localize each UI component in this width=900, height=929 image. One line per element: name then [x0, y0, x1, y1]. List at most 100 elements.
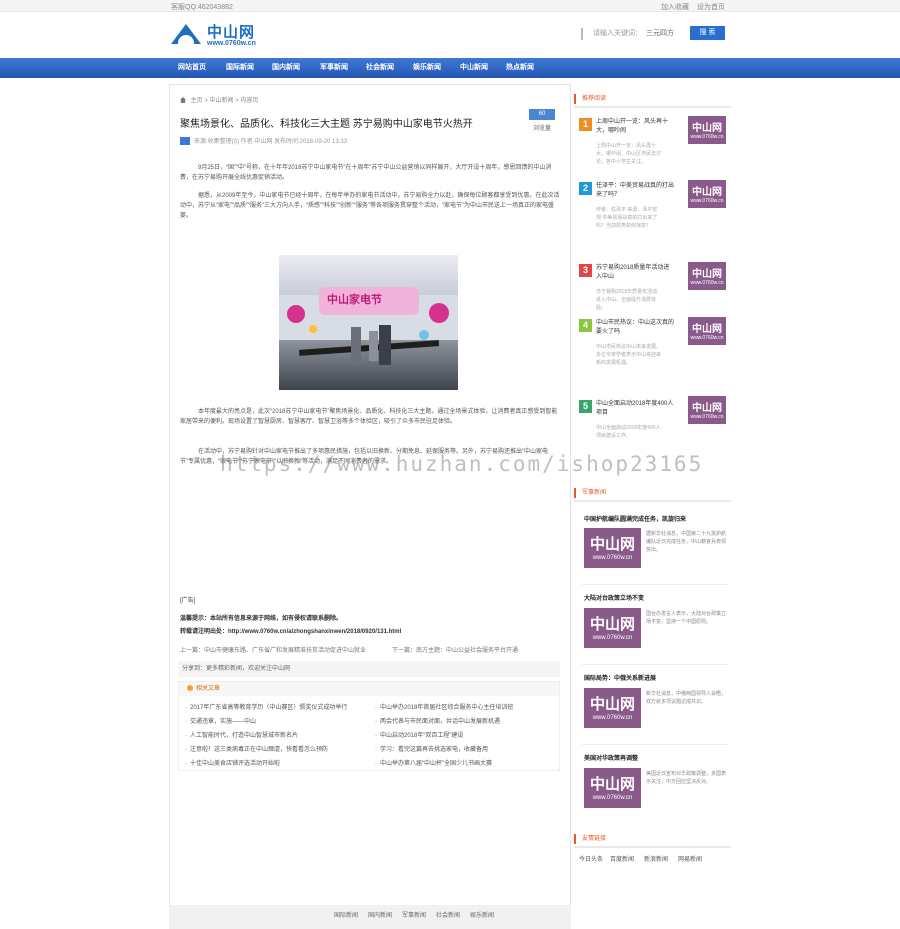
- article-paragraph: 据悉，从2009年至今，中山家电节已经十周年，在每年举办的家电节活动中，苏宁易购…: [180, 193, 560, 219]
- search-label: 请输入关键词：: [593, 30, 642, 37]
- breadcrumb: 主页 > 中山新闻 > 内容页: [180, 95, 258, 104]
- rank-thumbnail[interactable]: 中山网 www.0760w.cn: [688, 317, 726, 345]
- friend-link[interactable]: 新浪新闻: [644, 854, 668, 863]
- rank-thumbnail[interactable]: 中山网 www.0760w.cn: [688, 116, 726, 144]
- search-keyword: 三元四方: [646, 30, 674, 37]
- friend-link[interactable]: 网易新闻: [678, 854, 702, 863]
- related-link[interactable]: 中山举办第八届“中山杯”全国少儿书画大赛: [375, 758, 492, 767]
- military-news-title[interactable]: 大陆对台政策立场不变: [584, 593, 644, 602]
- rank-title[interactable]: 苏宁易购2018质量年活动进入中山: [596, 264, 674, 282]
- rank-title[interactable]: 上周中山开一览：风头再十大，哪吵闹: [596, 118, 674, 136]
- nav-society[interactable]: 社会新闻: [366, 58, 394, 78]
- military-news-title[interactable]: 中国护航编队圆满完成任务，凯旋归来: [584, 514, 686, 523]
- nav-entertainment[interactable]: 娱乐新闻: [413, 58, 441, 78]
- rank-desc: 上周中山开一览：风头再十大，哪吵闹，中山区市民去讨论，各中小学生关注。: [596, 143, 662, 165]
- rank-number: 4: [579, 319, 592, 332]
- notice-text: 温馨提示：本站所有信息来源于网络，如有侵权请联系删除。: [180, 616, 343, 622]
- rank-desc: 中山市民热议中山未来发展，多位专家学者表示中山将迎来新的发展机遇。: [596, 344, 662, 366]
- nav-home[interactable]: 网站首页: [178, 58, 206, 78]
- military-news-title[interactable]: 美国对华政策再调整: [584, 753, 638, 762]
- military-news-header: 军事新闻: [574, 484, 731, 502]
- search-input[interactable]: 请输入关键词： 三元四方: [581, 28, 686, 40]
- military-news-thumbnail[interactable]: 中山网 www.0760w.cn: [584, 528, 641, 568]
- footer-link[interactable]: 娱乐新闻: [470, 910, 494, 919]
- related-link[interactable]: 2017年广东省高等教育学历（中山赛区）颁奖仪式成功举行: [185, 702, 347, 711]
- image-banner-text: 中山家电节: [327, 293, 382, 306]
- top-links: 加入收藏 设为首页: [655, 2, 725, 12]
- related-link[interactable]: 两会代表与市民面对面，共话中山发展新机遇: [375, 716, 500, 725]
- author-icon: [180, 137, 190, 145]
- nav-hot[interactable]: 热点新闻: [506, 58, 534, 78]
- military-news-desc: 国台办发言人表示，大陆对台政策立场不变，坚持一个中国原则。: [646, 611, 727, 625]
- site-header: 中山网 www.0760w.cn 请输入关键词： 三元四方 搜 索: [0, 12, 900, 58]
- rank-title[interactable]: 中山市民热议：中山这次真的要火了吗: [596, 319, 674, 337]
- ad-label: [广告]: [180, 598, 196, 604]
- related-link[interactable]: 注意啦！这三类病毒正在中山肆虐，快看看怎么预防: [185, 744, 328, 753]
- article-paragraph: 9月25日，“国”“中”号称，在十年年2018苏宁中山家电节“在十周年”苏宁中山…: [180, 165, 552, 181]
- prev-article-link[interactable]: 上一篇：中山市健康东路、广东省广和发展精准扶贫活动促进中山就业: [180, 648, 366, 654]
- logo-url: www.0760w.cn: [207, 40, 256, 47]
- top-bar: 客服QQ:462043882 加入收藏 设为首页: [0, 0, 900, 12]
- home-icon: [180, 97, 186, 103]
- military-news-thumbnail[interactable]: 中山网 www.0760w.cn: [584, 768, 641, 808]
- source-link[interactable]: http://www.0760w.cn/a/zhongshanxinwen/20…: [228, 629, 401, 635]
- article-container: 主页 > 中山新闻 > 内容页 聚焦场景化、品质化、科技化三大主题 苏宁易购中山…: [169, 84, 571, 929]
- article-meta: 来源:收集整理(3) 作者:中山网 发布时间:2018-09-20 13:33: [180, 136, 560, 148]
- breadcrumb-section[interactable]: 中山新闻: [210, 98, 234, 104]
- related-link[interactable]: 人工智能时代，打造中山智慧城市新名片: [185, 730, 298, 739]
- rank-number: 2: [579, 182, 592, 195]
- rank-thumbnail[interactable]: 中山网 www.0760w.cn: [688, 262, 726, 290]
- set-homepage-link[interactable]: 设为首页: [697, 4, 725, 11]
- friend-link[interactable]: 今日头条: [579, 854, 603, 863]
- article-paragraph: 本年度最大的亮点是，此次“2018苏宁中山家电节”聚焦场景化、品质化、科技化三大…: [180, 409, 558, 425]
- nav-international[interactable]: 国际新闻: [226, 58, 254, 78]
- article-title: 聚焦场景化、品质化、科技化三大主题 苏宁易购中山家电节火热开: [180, 119, 473, 130]
- rank-number: 1: [579, 118, 592, 131]
- related-link[interactable]: 中山举办2018年首届社区综合服务中心主任培训班: [375, 702, 513, 711]
- main-nav: 网站首页 国际新闻 国内新闻 军事新闻 社会新闻 娱乐新闻 中山新闻 热点新闻: [0, 58, 900, 78]
- rank-number: 5: [579, 400, 592, 413]
- friend-links-header: 友情链接: [574, 830, 731, 848]
- source-note: 转载请注明出处：http://www.0760w.cn/a/zhongshanx…: [180, 629, 402, 635]
- thumbs-up-icon: [187, 685, 193, 691]
- footer-link[interactable]: 国际新闻: [334, 910, 358, 919]
- recommend-header: 推荐阅读: [574, 90, 731, 108]
- logo-text: 中山网: [207, 24, 256, 41]
- rank-title[interactable]: 中山全面启动2018年度400人项目: [596, 400, 674, 418]
- military-news-thumbnail[interactable]: 中山网 www.0760w.cn: [584, 608, 641, 648]
- contact-qq: 客服QQ:462043882: [171, 4, 233, 11]
- nav-military[interactable]: 军事新闻: [320, 58, 348, 78]
- nav-domestic[interactable]: 国内新闻: [272, 58, 300, 78]
- related-link[interactable]: 交通违章，实施——中山: [185, 716, 256, 725]
- related-link[interactable]: 中山启动2018年“双百工程”建设: [375, 730, 463, 739]
- footer-link[interactable]: 社会新闻: [436, 910, 460, 919]
- military-news-desc: 新华社消息，中俄两国领导人会晤，双方就多项议题达成共识。: [646, 691, 727, 705]
- rank-desc: 作者：任泽平 来源：泽平宏观 中美贸易战真的打出来了吗？当前局势如何演变？: [596, 207, 658, 229]
- site-logo[interactable]: 中山网 www.0760w.cn: [171, 21, 261, 51]
- rank-thumbnail[interactable]: 中山网 www.0760w.cn: [688, 396, 726, 424]
- footer-link[interactable]: 军事新闻: [402, 910, 426, 919]
- related-link[interactable]: 十佳中山美食店铺评选活动开始啦: [185, 758, 280, 767]
- search-button[interactable]: 搜 索: [690, 26, 725, 40]
- related-articles: 相关文章 2017年广东省高等教育学历（中山赛区）颁奖仪式成功举行 中山举办20…: [178, 681, 560, 771]
- military-news-desc: 据新华社消息，中国第二十九批护航编队近日完成任务，中山籍官兵表现突出。: [646, 531, 727, 553]
- breadcrumb-home[interactable]: 主页: [191, 98, 203, 104]
- related-header: 相关文章: [179, 682, 559, 696]
- rank-thumbnail[interactable]: 中山网 www.0760w.cn: [688, 180, 726, 208]
- rank-title[interactable]: 任泽平：中美贸易战真的打出来了吗？: [596, 182, 674, 200]
- add-favorite-link[interactable]: 加入收藏: [661, 4, 689, 11]
- view-count-badge: 60: [529, 109, 555, 120]
- military-news-desc: 美国近日宣布对华政策调整，多国表示关注，中方回应坚决反对。: [646, 771, 727, 785]
- military-news-title[interactable]: 国际局势：中俄关系新进展: [584, 673, 656, 682]
- prev-next: 上一篇：中山市健康东路、广东省广和发展精准扶贫活动促进中山就业 下一篇：南方主题…: [180, 645, 560, 654]
- footer-link[interactable]: 国内新闻: [368, 910, 392, 919]
- related-link[interactable]: 学习：看完这篇再去挑选家电，收藏备用: [375, 744, 488, 753]
- nav-zhongshan[interactable]: 中山新闻: [460, 58, 488, 78]
- friend-link[interactable]: 百度新闻: [610, 854, 634, 863]
- military-news-thumbnail[interactable]: 中山网 www.0760w.cn: [584, 688, 641, 728]
- footer-nav: 国际新闻 国内新闻 军事新闻 社会新闻 娱乐新闻: [169, 905, 571, 929]
- next-article-link[interactable]: 下一篇：南方主题：中山公益社会服务平台开通: [392, 645, 518, 654]
- view-count-label: 浏览量: [532, 126, 551, 132]
- article-image: 中山家电节: [279, 255, 458, 390]
- share-bar: 分享到：更多精彩新闻，欢迎关注中山网: [178, 661, 560, 677]
